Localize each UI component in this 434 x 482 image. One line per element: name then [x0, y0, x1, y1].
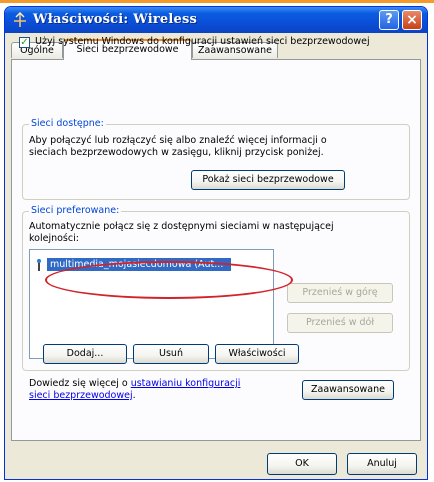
show-wireless-networks-button[interactable]: Pokaż sieci bezprzewodowe — [191, 170, 345, 190]
use-windows-checkbox[interactable]: ✓ — [19, 37, 30, 48]
network-properties-button[interactable]: Właściwości — [215, 344, 299, 364]
preferred-description-line2: kolejności: — [29, 233, 79, 244]
highlight-ellipse — [45, 261, 293, 299]
add-network-button[interactable]: Dodaj... — [43, 344, 127, 364]
preferred-networks-legend: Sieci preferowane: — [29, 205, 122, 216]
properties-dialog: Właściwości: Wireless ? × Ogólne Sieci b… — [4, 6, 428, 480]
use-windows-label[interactable]: Użyj systemu Windows do konfiguracji ust… — [35, 36, 370, 47]
close-button[interactable]: × — [402, 10, 422, 30]
available-description-line1: Aby połączyć lub rozłączyć się albo znal… — [29, 135, 327, 146]
preferred-description-line1: Automatycznie połącz się z dostępnymi si… — [29, 221, 334, 232]
help-button[interactable]: ? — [379, 10, 399, 30]
cancel-button[interactable]: Anuluj — [347, 453, 417, 475]
learn-more-suffix: . — [132, 390, 136, 401]
learn-more-line2: sieci bezprzewodowej. — [29, 390, 136, 402]
move-down-button[interactable]: Przenieś w dół — [287, 313, 393, 333]
available-networks-legend: Sieci dostępne: — [29, 118, 106, 129]
wireless-network-icon — [37, 259, 41, 271]
available-description-line2: sieciach bezprzewodowych w zasięgu, klik… — [29, 147, 324, 158]
ok-button[interactable]: OK — [267, 453, 337, 475]
learn-more-link-line2[interactable]: sieci bezprzewodowej — [29, 390, 133, 401]
network-connection-icon — [14, 12, 26, 27]
top-accent-line — [0, 0, 434, 3]
learn-more-link-line1[interactable]: ustawianiu konfiguracji — [131, 378, 241, 389]
move-up-button[interactable]: Przenieś w górę — [287, 283, 393, 303]
advanced-button[interactable]: Zaawansowane — [302, 380, 394, 400]
learn-more-line1: Dowiedz się więcej o ustawianiu konfigur… — [29, 378, 240, 390]
window-title: Właściwości: Wireless — [33, 12, 198, 27]
remove-network-button[interactable]: Usuń — [133, 344, 209, 364]
learn-more-prefix: Dowiedz się więcej o — [29, 378, 131, 389]
title-bar[interactable]: Właściwości: Wireless ? × — [5, 7, 427, 33]
